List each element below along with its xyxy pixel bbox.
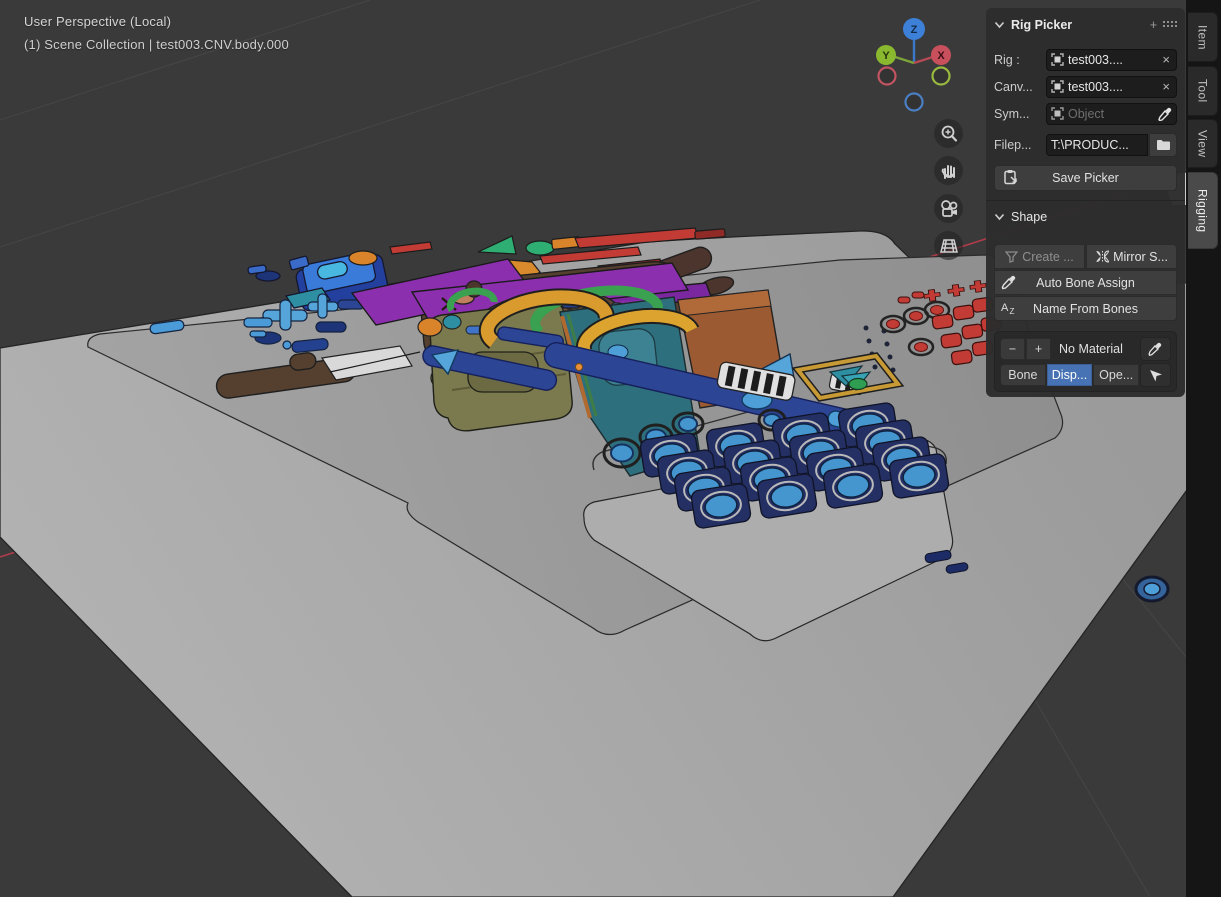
ortho-toggle-button[interactable] [934, 231, 963, 260]
assign-mode-tab-operator[interactable]: Ope... [1093, 364, 1139, 386]
object-data-icon [1051, 53, 1064, 66]
panel-divider [986, 200, 1185, 201]
rig-field-value: test003.... [1068, 53, 1156, 67]
create-shape-label: Create ... [1022, 250, 1073, 264]
filepath-value: T:\PRODUC... [1051, 138, 1143, 152]
camera-view-button[interactable] [934, 194, 963, 223]
auto-bone-assign-label: Auto Bone Assign [1036, 276, 1135, 290]
auto-bone-assign-button[interactable]: Auto Bone Assign [994, 270, 1177, 295]
save-clipboard-icon [1003, 169, 1020, 186]
plus-icon[interactable]: + [1150, 18, 1157, 32]
chevron-down-icon[interactable] [994, 213, 1005, 221]
shape-funnel-icon [1005, 251, 1018, 263]
sidebar-tab-strip: Item Tool View Rigging [1186, 0, 1221, 897]
create-shape-button[interactable]: Create ... [994, 244, 1085, 269]
symmetry-field-placeholder: Object [1068, 107, 1154, 121]
chevron-down-icon[interactable] [994, 21, 1005, 29]
navigation-gizmo[interactable]: Z Y X [866, 12, 962, 116]
cursor-arrow-icon [1149, 368, 1163, 382]
object-origin-dot [576, 364, 583, 371]
eyedropper-icon [1001, 274, 1017, 290]
save-picker-button[interactable]: Save Picker [994, 165, 1177, 191]
remove-material-button[interactable]: − [1000, 338, 1025, 360]
clear-canvas-button[interactable]: × [1160, 79, 1172, 94]
svg-text:Z: Z [1010, 307, 1015, 315]
browse-filepath-button[interactable] [1149, 133, 1177, 157]
view-perspective-label: User Perspective (Local) [24, 14, 171, 29]
eyedropper-icon [1148, 341, 1163, 356]
gizmo-axis-negative[interactable] [879, 68, 950, 111]
sidebar-tab-item[interactable]: Item [1188, 12, 1218, 62]
canvas-object-field[interactable]: test003.... × [1046, 76, 1177, 98]
pan-hand-icon [939, 161, 959, 181]
rig-object-field[interactable]: test003.... × [1046, 49, 1177, 71]
rig-field-label: Rig : [994, 53, 1046, 67]
sidebar-tab-view[interactable]: View [1188, 119, 1218, 168]
svg-text:A: A [1001, 302, 1009, 314]
blender-window: User Perspective (Local) (1) Scene Colle… [0, 0, 1221, 897]
pick-cursor-button[interactable] [1140, 363, 1171, 387]
canvas-field-value: test003.... [1068, 80, 1156, 94]
clear-rig-button[interactable]: × [1160, 52, 1172, 67]
sample-material-button[interactable] [1140, 337, 1171, 361]
object-data-icon [1051, 107, 1064, 120]
active-object-label: (1) Scene Collection | test003.CNV.body.… [24, 37, 289, 52]
eyedropper-icon[interactable] [1158, 107, 1172, 121]
symmetry-object-field[interactable]: Object [1046, 103, 1177, 125]
shape-section-title: Shape [1011, 210, 1047, 224]
add-material-button[interactable]: + [1026, 338, 1051, 360]
camera-icon [938, 199, 960, 219]
folder-icon [1156, 139, 1171, 151]
grid-dots-icon[interactable] [1163, 21, 1177, 30]
name-from-bones-label: Name From Bones [1033, 302, 1138, 316]
gizmo-z-label: Z [911, 24, 918, 36]
material-name-label: No Material [1052, 342, 1139, 356]
pan-button[interactable] [934, 156, 963, 185]
filepath-field-label: Filep... [994, 138, 1046, 152]
mirror-butterfly-icon [1095, 250, 1110, 263]
zoom-icon [939, 124, 959, 144]
save-picker-label: Save Picker [1052, 171, 1119, 185]
gizmo-x-label: X [937, 50, 945, 62]
name-from-bones-button[interactable]: A Z Name From Bones [994, 296, 1177, 321]
grid-ortho-icon [939, 236, 959, 256]
rig-picker-panel: Rig Picker + Rig : test003.... × Canv... [986, 8, 1185, 397]
sidebar-tab-rigging[interactable]: Rigging [1188, 172, 1218, 249]
symmetry-field-label: Sym... [994, 107, 1046, 121]
mirror-shape-button[interactable]: Mirror S... [1086, 244, 1177, 269]
panel-title: Rig Picker [1011, 18, 1144, 32]
gizmo-y-label: Y [882, 50, 890, 62]
mirror-shape-label: Mirror S... [1113, 250, 1168, 264]
object-data-icon [1051, 80, 1064, 93]
zoom-button[interactable] [934, 119, 963, 148]
canvas-field-label: Canv... [994, 80, 1046, 94]
assign-mode-tab-display[interactable]: Disp... [1047, 364, 1093, 386]
sidebar-tab-tool[interactable]: Tool [1188, 66, 1218, 116]
font-az-icon: A Z [1001, 300, 1019, 315]
filepath-field[interactable]: T:\PRODUC... [1046, 134, 1148, 156]
material-box: − + No Material Bone Disp... Ope... [994, 331, 1177, 392]
assign-mode-tab-bone[interactable]: Bone [1000, 364, 1046, 386]
